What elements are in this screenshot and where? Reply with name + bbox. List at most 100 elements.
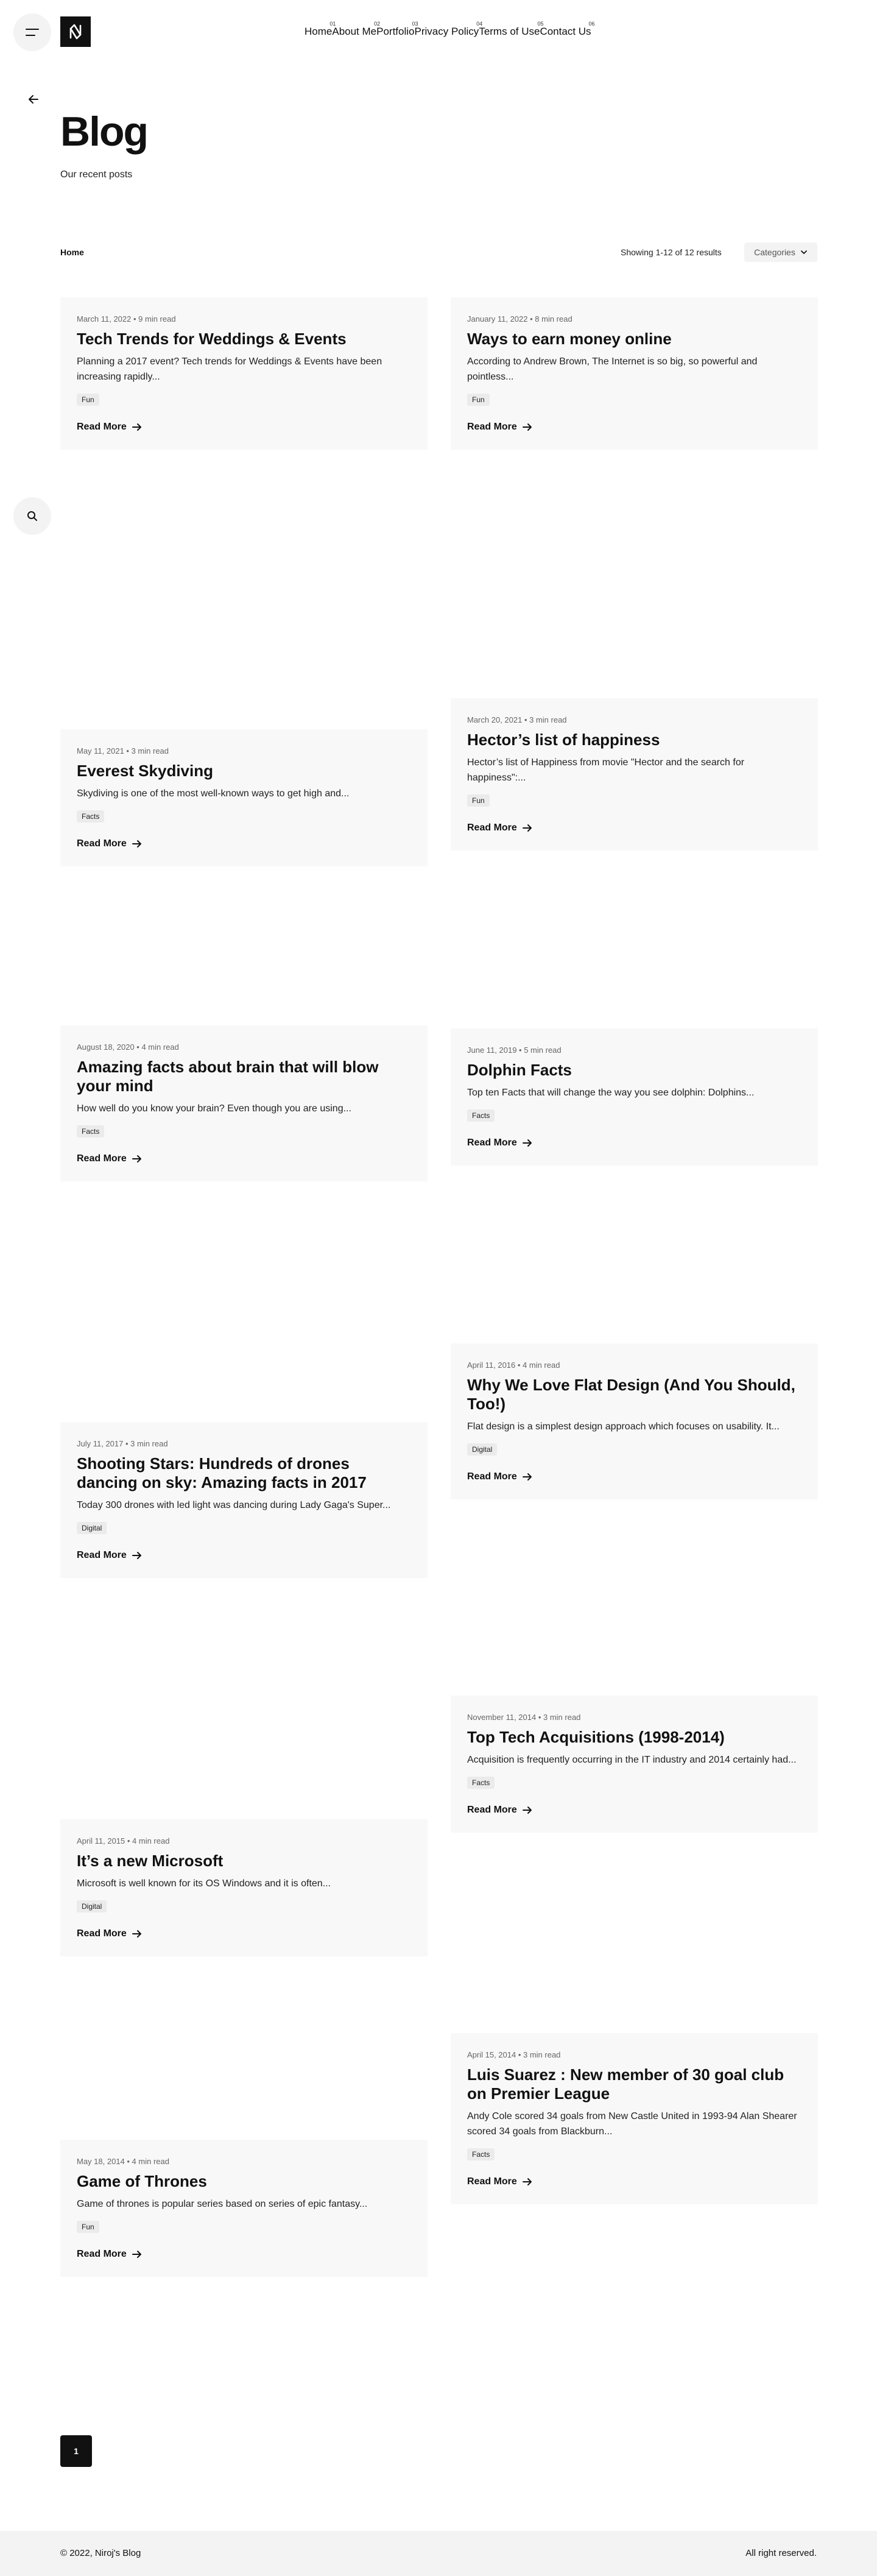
post-title[interactable]: Everest Skydiving — [77, 762, 411, 780]
site-logo[interactable] — [60, 16, 91, 47]
post-title[interactable]: Shooting Stars: Hundreds of drones danci… — [77, 1454, 411, 1492]
arrow-right-icon — [522, 1139, 532, 1147]
post-meta: January 11, 2022 • 8 min read — [467, 314, 572, 324]
hamburger-icon — [26, 29, 39, 36]
post-tag[interactable]: Fun — [467, 393, 490, 406]
post-title[interactable]: Luis Suarez : New member of 30 goal club… — [467, 2065, 801, 2103]
categories-dropdown[interactable]: Categories — [744, 242, 817, 262]
arrow-right-icon — [522, 2178, 532, 2185]
footer-copyright: © 2022, Niroj's Blog — [60, 2548, 141, 2558]
arrow-right-icon — [132, 2250, 141, 2258]
back-button[interactable] — [24, 90, 43, 108]
menu-button[interactable] — [13, 13, 51, 51]
post-excerpt: Hector’s list of Happiness from movie "H… — [467, 757, 745, 783]
nav-item-contact-us[interactable]: 06 Contact Us — [540, 21, 594, 38]
post-meta: April 15, 2014 • 3 min read — [467, 2050, 561, 2059]
arrow-right-icon — [522, 423, 532, 431]
post-title[interactable]: Amazing facts about brain that will blow… — [77, 1058, 411, 1095]
read-more-label: Read More — [77, 838, 127, 849]
nav-item-home[interactable]: 01 Home — [305, 21, 336, 38]
arrow-right-icon — [132, 1552, 141, 1560]
read-more-link[interactable]: Read More — [467, 1138, 801, 1148]
categories-label: Categories — [754, 247, 795, 257]
post-card: November 11, 2014 • 3 min read Top Tech … — [451, 1696, 818, 1833]
post-card: March 11, 2022 • 9 min read Tech Trends … — [60, 297, 428, 450]
read-more-link[interactable]: Read More — [77, 1928, 411, 1939]
nav-number: 06 — [588, 21, 595, 27]
post-tag[interactable]: Facts — [467, 1109, 495, 1122]
read-more-link[interactable]: Read More — [77, 2249, 411, 2260]
post-meta: April 11, 2016 • 4 min read — [467, 1361, 560, 1370]
post-tag[interactable]: Digital — [77, 1900, 107, 1913]
post-card: April 11, 2016 • 4 min read Why We Love … — [451, 1343, 818, 1500]
chevron-down-icon — [800, 250, 807, 254]
post-title[interactable]: Ways to earn money online — [467, 330, 801, 349]
post-excerpt: According to Andrew Brown, The Internet … — [467, 356, 758, 382]
nav-item-portfolio[interactable]: 03 Portfolio — [376, 21, 418, 38]
nav-label: Terms of Use — [479, 26, 540, 37]
post-tag[interactable]: Digital — [77, 1522, 107, 1535]
post-title[interactable]: Why We Love Flat Design (And You Should,… — [467, 1376, 801, 1414]
read-more-link[interactable]: Read More — [467, 422, 801, 433]
search-icon — [27, 511, 37, 521]
post-tag[interactable]: Fun — [77, 393, 99, 406]
read-more-label: Read More — [77, 1153, 127, 1164]
read-more-label: Read More — [467, 822, 517, 833]
nav-label: Privacy Policy — [414, 26, 479, 37]
post-title[interactable]: It’s a new Microsoft — [77, 1852, 411, 1870]
page-subtitle: Our recent posts — [60, 169, 133, 180]
post-card: August 18, 2020 • 4 min read Amazing fac… — [60, 1025, 428, 1182]
read-more-link[interactable]: Read More — [77, 1550, 411, 1561]
footer: © 2022, Niroj's Blog All right reserved. — [0, 2531, 877, 2576]
nav-label: Contact Us — [540, 26, 591, 37]
post-card: January 11, 2022 • 8 min read Ways to ea… — [451, 297, 818, 450]
post-tag[interactable]: Digital — [467, 1443, 498, 1456]
post-title[interactable]: Top Tech Acquisitions (1998-2014) — [467, 1728, 801, 1747]
nav-label: About Me — [332, 26, 377, 37]
post-title[interactable]: Hector’s list of happiness — [467, 731, 801, 749]
read-more-link[interactable]: Read More — [467, 2176, 801, 2187]
read-more-label: Read More — [77, 2248, 127, 2259]
post-meta: April 11, 2015 • 4 min read — [77, 1836, 170, 1845]
post-card: May 18, 2014 • 4 min read Game of Throne… — [60, 2140, 428, 2277]
read-more-label: Read More — [467, 1471, 517, 1482]
post-tag[interactable]: Fun — [77, 2220, 99, 2233]
post-meta: November 11, 2014 • 3 min read — [467, 1713, 581, 1722]
arrow-left-icon — [29, 95, 38, 104]
post-excerpt: Skydiving is one of the most well-known … — [77, 788, 350, 799]
pagination-page-1[interactable]: 1 — [60, 2435, 92, 2467]
post-excerpt: Flat design is a simplest design approac… — [467, 1421, 780, 1432]
read-more-link[interactable]: Read More — [467, 823, 801, 833]
search-button[interactable] — [13, 497, 51, 535]
arrow-right-icon — [132, 1930, 141, 1937]
post-tag[interactable]: Facts — [467, 2148, 495, 2160]
post-tag[interactable]: Facts — [77, 1125, 105, 1138]
post-title[interactable]: Dolphin Facts — [467, 1061, 801, 1080]
read-more-link[interactable]: Read More — [467, 1471, 801, 1482]
post-excerpt: Game of thrones is popular series based … — [77, 2199, 368, 2210]
post-title[interactable]: Tech Trends for Weddings & Events — [77, 330, 411, 349]
post-card: May 11, 2021 • 3 min read Everest Skydiv… — [60, 729, 428, 866]
read-more-link[interactable]: Read More — [77, 1153, 411, 1164]
read-more-link[interactable]: Read More — [77, 422, 411, 433]
post-tag[interactable]: Facts — [77, 810, 105, 823]
read-more-label: Read More — [467, 421, 517, 432]
post-excerpt: Andy Cole scored 34 goals from New Castl… — [467, 2111, 797, 2137]
breadcrumb-home[interactable]: Home — [60, 247, 84, 257]
post-meta: May 11, 2021 • 3 min read — [77, 746, 169, 755]
nav-item-terms-of-use[interactable]: 05 Terms of Use — [479, 21, 543, 38]
post-tag[interactable]: Fun — [467, 794, 490, 807]
nav-item-about-me[interactable]: 02 About Me — [332, 21, 380, 38]
post-meta: March 20, 2021 • 3 min read — [467, 715, 567, 724]
nav-item-privacy-policy[interactable]: 04 Privacy Policy — [414, 21, 483, 38]
arrow-right-icon — [522, 1473, 532, 1481]
post-meta: March 11, 2022 • 9 min read — [77, 314, 176, 324]
footer-rights: All right reserved. — [745, 2548, 817, 2558]
post-tag[interactable]: Facts — [467, 1776, 495, 1789]
results-count: Showing 1-12 of 12 results — [621, 247, 722, 257]
read-more-link[interactable]: Read More — [467, 1805, 801, 1816]
post-title[interactable]: Game of Thrones — [77, 2172, 411, 2191]
post-card: June 11, 2019 • 5 min read Dolphin Facts… — [451, 1028, 818, 1166]
read-more-label: Read More — [77, 1550, 127, 1561]
read-more-link[interactable]: Read More — [77, 838, 411, 849]
